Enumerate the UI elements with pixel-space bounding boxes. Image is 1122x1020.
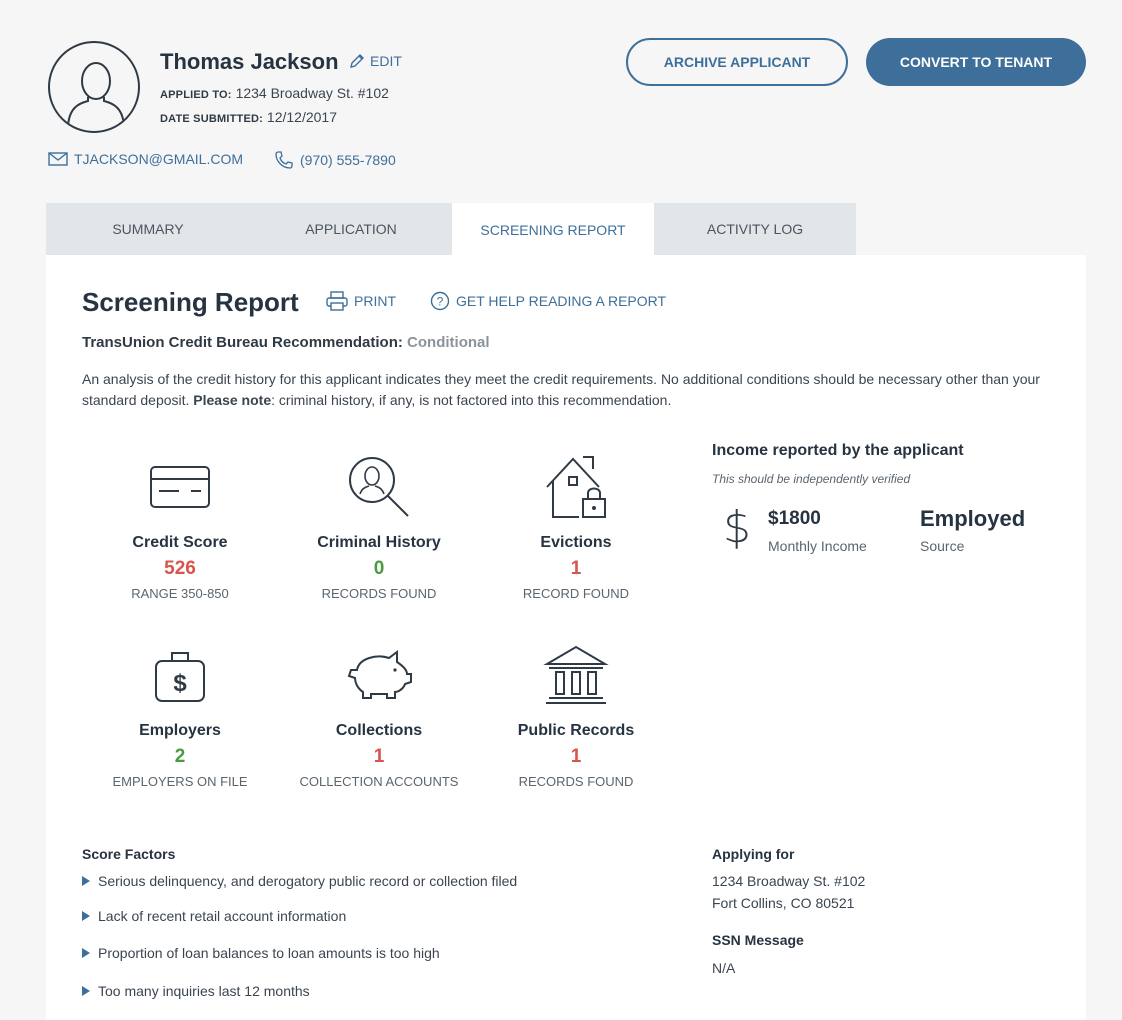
stat-credit-score: Credit Score 526 RANGE 350-850 (80, 452, 280, 601)
triangle-right-icon (82, 876, 90, 886)
score-factor-item: Lack of recent retail account informatio… (82, 908, 346, 924)
stat-sub: COLLECTION ACCOUNTS (299, 774, 459, 789)
para-note: Please note (193, 392, 272, 408)
recommendation-value: Conditional (407, 334, 490, 351)
tab-screening-report[interactable]: SCREENING REPORT (452, 203, 654, 257)
envelope-icon (48, 152, 68, 166)
stat-title: Evictions (540, 534, 612, 551)
applied-to-label: APPLIED TO: (160, 89, 232, 101)
bank-building-icon (476, 640, 676, 710)
income-amount-label: Monthly Income (768, 538, 867, 554)
score-factor-text: Too many inquiries last 12 months (98, 983, 310, 999)
applying-for-line2: Fort Collins, CO 80521 (712, 895, 855, 911)
date-submitted: DATE SUBMITTED: 12/12/2017 (160, 109, 337, 125)
phone-text: (970) 555-7890 (300, 152, 396, 168)
score-factor-item: Too many inquiries last 12 months (82, 983, 310, 999)
edit-label: EDIT (370, 53, 402, 69)
user-silhouette-icon (67, 62, 125, 130)
income-source-label: Source (920, 538, 965, 554)
print-label: PRINT (354, 293, 396, 309)
help-circle-icon: ? (430, 291, 450, 311)
avatar (48, 41, 140, 133)
income-title: Income reported by the applicant (712, 442, 964, 459)
score-factor-item: Serious delinquency, and derogatory publ… (82, 873, 517, 889)
recommendation-description: An analysis of the credit history for th… (82, 369, 1042, 411)
stat-employers: $ Employers 2 EMPLOYERS ON FILE (80, 640, 280, 789)
date-submitted-value: 12/12/2017 (266, 109, 337, 125)
stat-sub: RECORDS FOUND (518, 774, 634, 789)
income-note: This should be independently verified (712, 472, 911, 486)
applying-for-line1: 1234 Broadway St. #102 (712, 873, 866, 889)
recommendation: TransUnion Credit Bureau Recommendation:… (82, 334, 490, 351)
recommendation-label: TransUnion Credit Bureau Recommendation: (82, 334, 403, 351)
stat-title: Public Records (517, 722, 635, 739)
income-source: Employed (920, 506, 1026, 531)
tab-application[interactable]: APPLICATION (250, 203, 452, 255)
dollar-sign-icon: $ (722, 500, 752, 555)
triangle-right-icon (82, 986, 90, 996)
applied-to: APPLIED TO: 1234 Broadway St. #102 (160, 85, 389, 101)
stat-title: Criminal History (317, 534, 441, 551)
stat-value: 1 (373, 746, 385, 767)
score-factors-title: Score Factors (82, 846, 176, 862)
stat-sub: EMPLOYERS ON FILE (112, 774, 248, 789)
convert-to-tenant-button[interactable]: CONVERT TO TENANT (866, 38, 1086, 86)
magnifier-person-icon (279, 452, 479, 522)
phone-icon (275, 151, 293, 169)
income-amount: $1800 (768, 508, 821, 529)
score-factor-text: Lack of recent retail account informatio… (98, 908, 347, 924)
page-title: Screening Report (82, 287, 299, 317)
briefcase-dollar-icon: $ (80, 640, 280, 710)
applicant-name: Thomas Jackson (160, 49, 339, 74)
stat-value: 1 (570, 746, 582, 767)
svg-text:?: ? (437, 295, 444, 309)
stat-value: 2 (174, 746, 186, 767)
stat-title: Employers (139, 722, 221, 739)
applied-to-value: 1234 Broadway St. #102 (235, 85, 389, 101)
stat-value: 0 (373, 558, 385, 579)
stat-sub: RECORD FOUND (522, 586, 630, 601)
applying-for-title: Applying for (712, 846, 795, 862)
score-factor-item: Proportion of loan balances to loan amou… (82, 945, 440, 961)
svg-text:$: $ (723, 502, 751, 550)
tab-summary[interactable]: SUMMARY (46, 203, 250, 255)
stat-evictions: Evictions 1 RECORD FOUND (476, 452, 676, 601)
piggy-bank-icon (279, 640, 479, 710)
score-factor-text: Serious delinquency, and derogatory publ… (98, 873, 518, 889)
triangle-right-icon (82, 948, 90, 958)
stat-collections: Collections 1 COLLECTION ACCOUNTS (279, 640, 479, 789)
score-factor-text: Proportion of loan balances to loan amou… (98, 945, 440, 961)
stat-value: 1 (570, 558, 582, 579)
help-label: GET HELP READING A REPORT (456, 293, 667, 309)
help-link[interactable]: ? GET HELP READING A REPORT (430, 291, 666, 311)
edit-button[interactable]: EDIT (348, 52, 402, 70)
printer-icon (326, 291, 348, 311)
stat-title: Collections (335, 722, 423, 739)
svg-text:$: $ (173, 670, 187, 697)
email-link[interactable]: TJACKSON@GMAIL.COM (48, 151, 243, 167)
tab-activity-log[interactable]: ACTIVITY LOG (654, 203, 856, 255)
print-button[interactable]: PRINT (326, 291, 396, 311)
house-lock-icon (476, 452, 676, 522)
ssn-message-title: SSN Message (712, 932, 804, 948)
stat-value: 526 (164, 558, 196, 579)
stat-criminal-history: Criminal History 0 RECORDS FOUND (279, 452, 479, 601)
stat-title: Credit Score (132, 534, 228, 551)
para-text-2: : criminal history, if any, is not facto… (271, 392, 672, 408)
triangle-right-icon (82, 911, 90, 921)
archive-applicant-button[interactable]: ARCHIVE APPLICANT (626, 38, 848, 86)
stat-public-records: Public Records 1 RECORDS FOUND (476, 640, 676, 789)
stat-sub: RANGE 350-850 (131, 586, 229, 601)
credit-card-icon (80, 452, 280, 522)
stat-sub: RECORDS FOUND (321, 586, 437, 601)
date-submitted-label: DATE SUBMITTED: (160, 113, 264, 125)
email-text: TJACKSON@GMAIL.COM (74, 151, 244, 167)
phone-link[interactable]: (970) 555-7890 (274, 151, 396, 169)
ssn-message-value: N/A (712, 960, 736, 976)
pencil-icon (350, 54, 364, 68)
